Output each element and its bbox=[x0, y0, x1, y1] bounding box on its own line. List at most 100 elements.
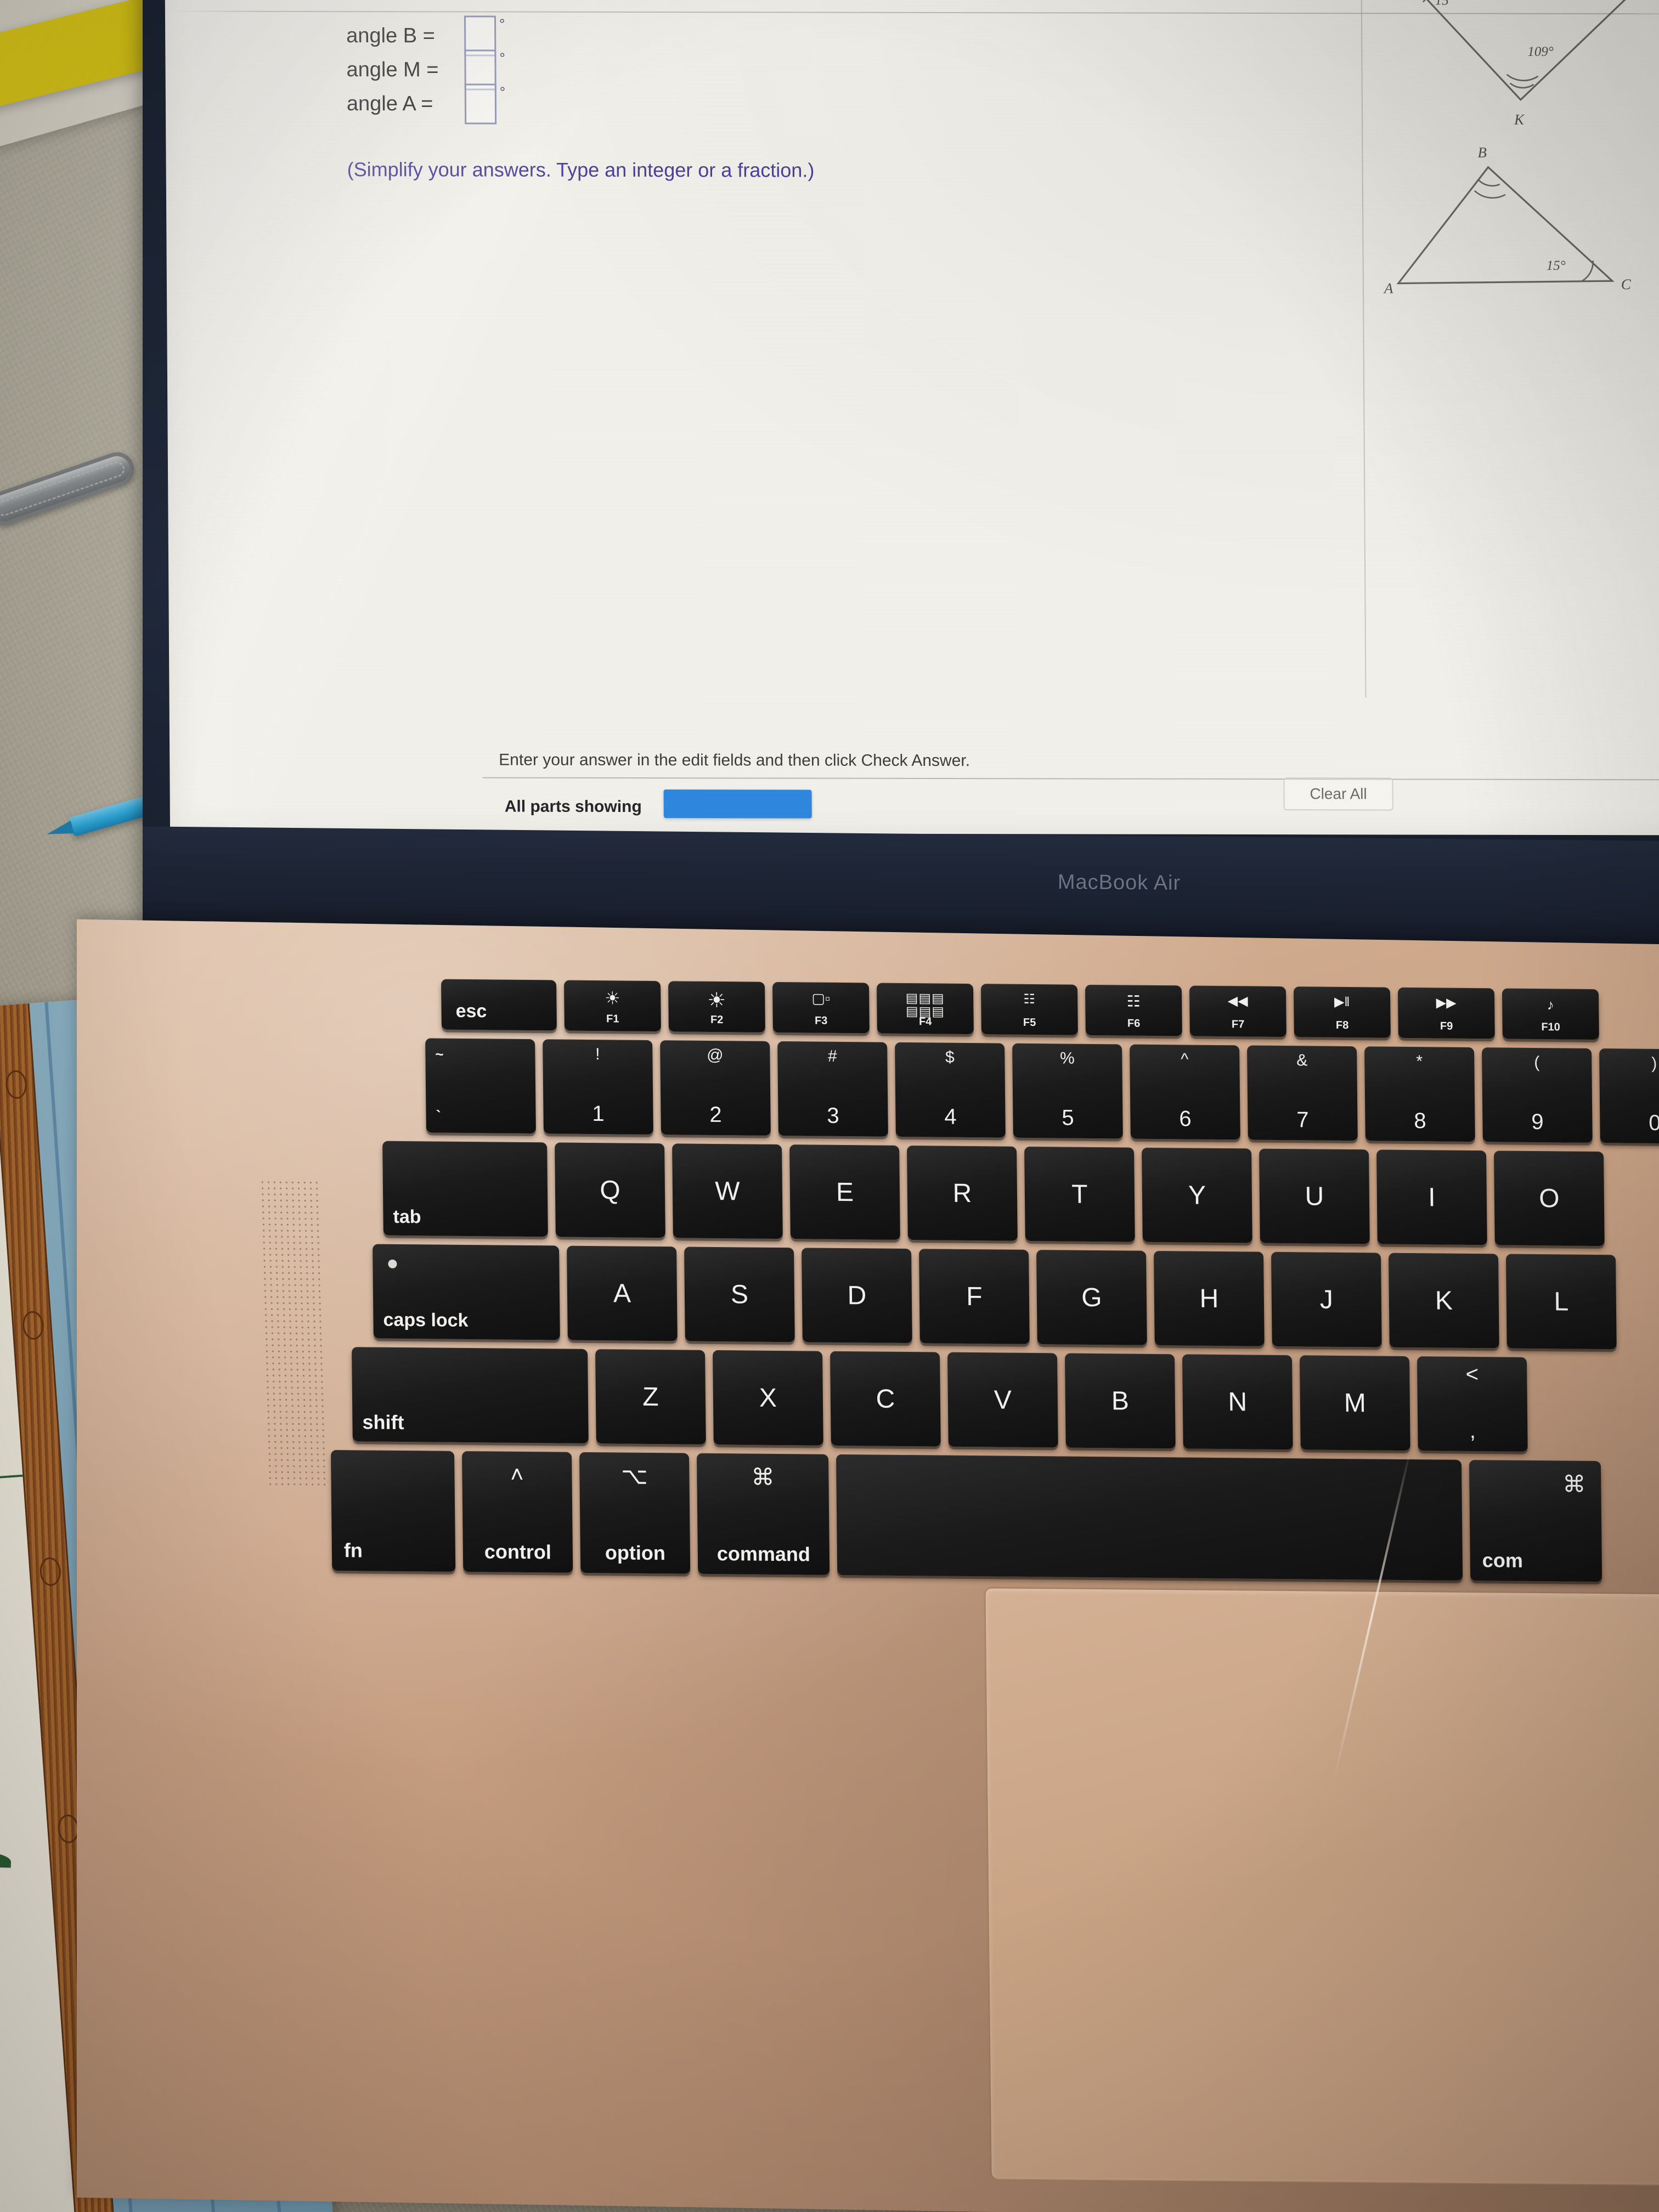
key-e[interactable]: E bbox=[789, 1144, 900, 1240]
key-f8[interactable]: ▶‖ F8 bbox=[1293, 986, 1391, 1038]
clear-all-button[interactable]: Clear All bbox=[1283, 777, 1393, 811]
key-q[interactable]: Q bbox=[555, 1142, 665, 1238]
control-caret-icon: ˄ bbox=[510, 1461, 524, 1487]
angle-value-n: 15° bbox=[1435, 0, 1454, 8]
question-text: Find the unknown angle measure in the pa… bbox=[330, 0, 1317, 1]
key-1[interactable]: ! 1 bbox=[543, 1039, 653, 1135]
key-h[interactable]: H bbox=[1153, 1250, 1265, 1346]
placemat-leaf bbox=[0, 1852, 12, 1868]
degree-symbol-a: ° bbox=[499, 83, 506, 100]
key-3[interactable]: # 3 bbox=[777, 1041, 888, 1137]
key-fn[interactable]: fn bbox=[331, 1449, 456, 1572]
keyboard-function-row: esc ☀ F1 ☀ F2 ▢▫ F3 ▤▤▤ ▤▤▤ F4 ☷ F5 ☷ F6… bbox=[441, 979, 1599, 1040]
vertex-label-b: B bbox=[1477, 144, 1487, 161]
answer-label-a: angle A = bbox=[346, 92, 433, 116]
key-j[interactable]: J bbox=[1271, 1251, 1382, 1347]
key-comma[interactable]: < , bbox=[1417, 1356, 1528, 1452]
key-4[interactable]: $ 4 bbox=[895, 1042, 1006, 1138]
key-l[interactable]: L bbox=[1505, 1254, 1617, 1350]
key-z[interactable]: Z bbox=[595, 1349, 706, 1444]
key-8[interactable]: * 8 bbox=[1364, 1046, 1475, 1142]
key-f1[interactable]: ☀ F1 bbox=[563, 980, 661, 1032]
degree-symbol-m: ° bbox=[499, 49, 505, 66]
answer-label-m: angle M = bbox=[346, 58, 439, 82]
command-icon: ⌘ bbox=[1562, 1471, 1586, 1497]
keyboard-qwerty-row: tab Q W E R T Y U I O bbox=[382, 1141, 1605, 1246]
triangle-abc: B A C 15° bbox=[1383, 144, 1632, 297]
left-speaker-grille bbox=[259, 1179, 328, 1487]
answer-fields-group: angle B = ° angle M = ° angle A = ° bbox=[346, 15, 1005, 128]
key-f9[interactable]: ▶▶ F9 bbox=[1397, 987, 1495, 1039]
key-t[interactable]: T bbox=[1024, 1146, 1135, 1242]
keyboard-home-row: caps lock A S D F G H J K L bbox=[373, 1244, 1617, 1350]
key-i[interactable]: I bbox=[1376, 1149, 1487, 1245]
key-k[interactable]: K bbox=[1388, 1252, 1499, 1348]
key-caps-lock[interactable]: caps lock bbox=[373, 1244, 560, 1340]
key-f4[interactable]: ▤▤▤ ▤▤▤ F4 bbox=[876, 983, 974, 1035]
key-w[interactable]: W bbox=[672, 1143, 783, 1239]
worksheet-vertical-divider bbox=[1361, 0, 1367, 698]
key-d[interactable]: D bbox=[802, 1248, 912, 1344]
answer-row-a: angle A = ° bbox=[346, 83, 1005, 125]
key-m[interactable]: M bbox=[1299, 1355, 1410, 1451]
key-shift-left[interactable]: shift bbox=[352, 1347, 589, 1444]
key-space[interactable] bbox=[836, 1454, 1463, 1581]
key-esc[interactable]: esc bbox=[441, 979, 557, 1031]
toolbar-divider bbox=[482, 777, 1659, 781]
key-2[interactable]: @ 2 bbox=[660, 1040, 771, 1136]
key-f[interactable]: F bbox=[919, 1249, 1030, 1345]
option-icon: ⌥ bbox=[620, 1463, 648, 1489]
key-x[interactable]: X bbox=[713, 1350, 823, 1446]
key-f3[interactable]: ▢▫ F3 bbox=[772, 981, 870, 1034]
degree-symbol-b: ° bbox=[499, 15, 505, 32]
key-c[interactable]: C bbox=[830, 1351, 941, 1447]
keyboard-backlight-up-icon: ☷ bbox=[1126, 992, 1141, 1010]
key-control[interactable]: ˄ control bbox=[461, 1451, 573, 1573]
vertex-label-k: K bbox=[1514, 111, 1525, 128]
key-command-left[interactable]: ⌘ command bbox=[696, 1453, 830, 1575]
key-grave[interactable]: ~ ` bbox=[425, 1038, 536, 1134]
keyboard-modifier-row: fn ˄ control ⌥ option ⌘ command ⌘ com bbox=[331, 1449, 1602, 1582]
key-n[interactable]: N bbox=[1182, 1354, 1293, 1450]
key-f5[interactable]: ☷ F5 bbox=[980, 984, 1078, 1035]
macbook-air-wordmark: MacBook Air bbox=[1057, 871, 1181, 895]
keyboard-number-row: ~ ` ! 1 @ 2 # 3 $ 4 % 5 ^ 6 & 7 * 8 (9 … bbox=[425, 1038, 1659, 1144]
similar-triangles-diagram: N M K 15° 109° B A C 15° bbox=[1380, 0, 1659, 317]
angle-value-k: 109° bbox=[1527, 44, 1554, 59]
vertex-label-a: A bbox=[1383, 280, 1393, 296]
answer-input-a[interactable] bbox=[464, 83, 497, 125]
check-answer-button[interactable] bbox=[663, 789, 812, 819]
key-0[interactable]: ) 0 bbox=[1599, 1048, 1659, 1144]
key-r[interactable]: R bbox=[907, 1146, 1018, 1241]
key-6[interactable]: ^ 6 bbox=[1130, 1044, 1240, 1140]
key-command-right[interactable]: ⌘ com bbox=[1469, 1460, 1602, 1582]
key-9[interactable]: ( 9 bbox=[1482, 1047, 1593, 1143]
key-5[interactable]: % 5 bbox=[1012, 1043, 1123, 1139]
vertex-label-c: C bbox=[1621, 276, 1632, 292]
key-7[interactable]: & 7 bbox=[1247, 1045, 1358, 1141]
key-s[interactable]: S bbox=[684, 1246, 795, 1342]
key-tab[interactable]: tab bbox=[382, 1141, 548, 1237]
angle-value-c: 15° bbox=[1547, 258, 1566, 273]
laptop-screen: Find the unknown angle measure in the pa… bbox=[164, 0, 1659, 836]
bottom-instruction: Enter your answer in the edit fields and… bbox=[499, 751, 970, 770]
launchpad-icon: ▤▤▤ ▤▤▤ bbox=[905, 991, 945, 1019]
macbook-air-laptop: Find the unknown angle measure in the pa… bbox=[77, 0, 1659, 2212]
key-g[interactable]: G bbox=[1036, 1250, 1147, 1345]
key-a[interactable]: A bbox=[567, 1245, 678, 1341]
mute-icon: ♪ bbox=[1547, 996, 1554, 1013]
key-f10[interactable]: ♪ F10 bbox=[1502, 988, 1599, 1040]
key-v[interactable]: V bbox=[947, 1352, 1058, 1448]
key-f7[interactable]: ◀◀ F7 bbox=[1189, 985, 1286, 1037]
key-f6[interactable]: ☷ F6 bbox=[1085, 984, 1182, 1036]
key-b[interactable]: B bbox=[1064, 1353, 1176, 1449]
trackpad[interactable] bbox=[984, 1587, 1659, 2187]
key-y[interactable]: Y bbox=[1142, 1147, 1252, 1243]
key-o[interactable]: O bbox=[1493, 1150, 1605, 1246]
keyboard-backlight-down-icon: ☷ bbox=[1023, 991, 1036, 1007]
key-f2[interactable]: ☀ F2 bbox=[668, 981, 765, 1032]
key-option[interactable]: ⌥ option bbox=[579, 1452, 691, 1574]
key-u[interactable]: U bbox=[1259, 1148, 1370, 1244]
brightness-up-icon: ☀ bbox=[707, 989, 726, 1013]
all-parts-showing-label: All parts showing bbox=[504, 797, 642, 816]
